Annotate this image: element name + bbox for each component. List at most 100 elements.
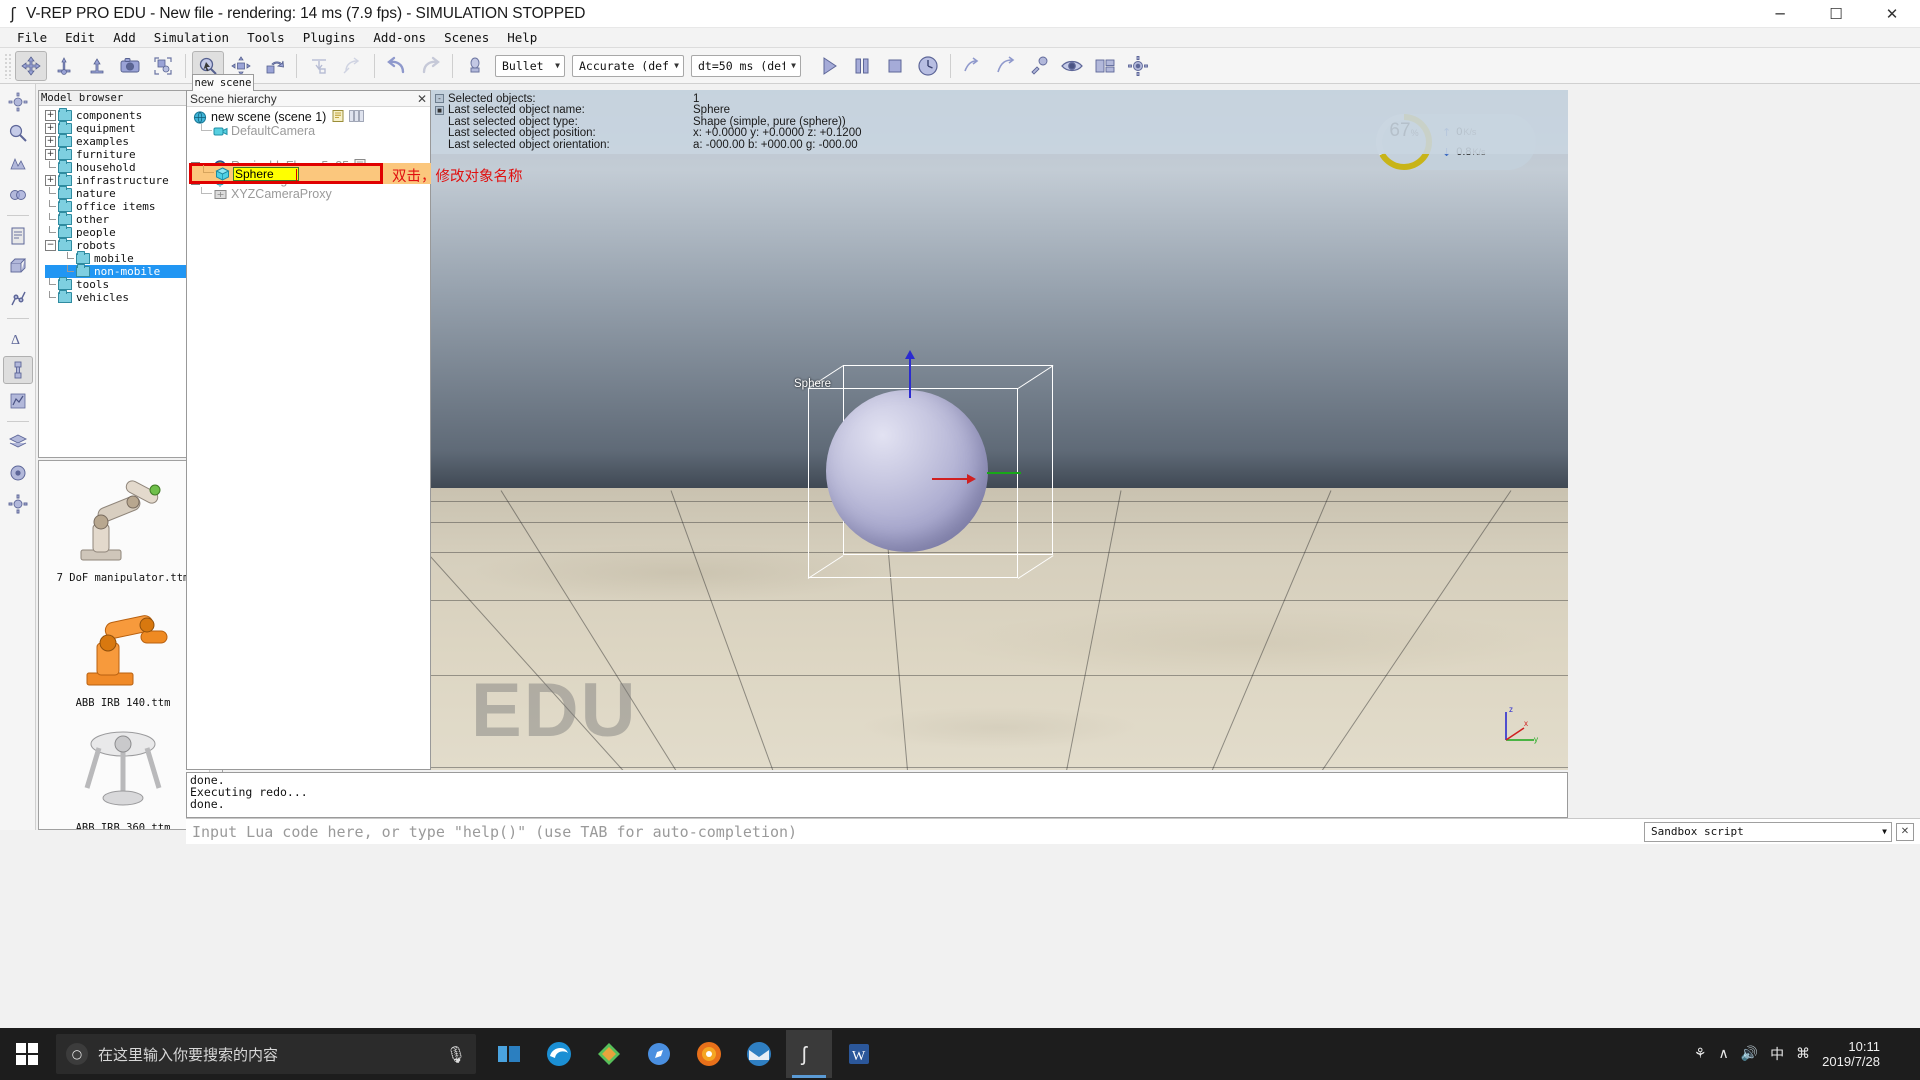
taskbar-app-compass[interactable] — [636, 1030, 682, 1078]
undo-icon[interactable] — [381, 51, 413, 81]
hierarchy-item-xyzcameraproxy[interactable]: XYZCameraProxy — [187, 187, 430, 201]
model-caption-2: ABB IRB 140.ttm — [76, 697, 171, 709]
physics-engine-selector[interactable]: Bullet 2 ▼ — [495, 55, 565, 77]
close-icon[interactable]: ✕ — [414, 92, 430, 106]
page-selector-strip-icon[interactable] — [349, 110, 365, 125]
inverse-kinematics-icon[interactable] — [3, 284, 33, 312]
assemble-icon[interactable] — [303, 51, 335, 81]
menu-tools[interactable]: Tools — [238, 28, 294, 48]
expand-icon[interactable]: + — [45, 175, 56, 186]
hierarchy-root-row[interactable]: new scene (scene 1) — [187, 110, 430, 124]
hierarchy-rename-input[interactable]: Sphere — [233, 167, 299, 181]
menu-scenes[interactable]: Scenes — [435, 28, 498, 48]
collapse-toggle-icon[interactable]: - — [435, 94, 444, 103]
video-recorder-icon[interactable] — [990, 51, 1022, 81]
taskbar-app-task-view[interactable] — [486, 1030, 532, 1078]
toolbar-grip[interactable] — [4, 53, 12, 79]
minimize-button[interactable]: ─ — [1752, 0, 1808, 28]
info-bullet-icon[interactable]: ■ — [435, 106, 444, 115]
close-button[interactable]: ✕ — [1864, 0, 1920, 28]
people-icon[interactable]: ⚘ — [1694, 1046, 1707, 1062]
visibility-icon[interactable] — [1056, 51, 1088, 81]
folder-icon — [58, 123, 72, 134]
taskbar-search-box[interactable]: ○ 在这里输入你要搜索的内容 🎙 — [56, 1034, 476, 1074]
taskbar-app-vrep[interactable]: ʃ — [786, 1030, 832, 1078]
expand-icon[interactable]: + — [45, 136, 56, 147]
settings-icon[interactable] — [1122, 51, 1154, 81]
shape-edit-icon[interactable] — [3, 253, 33, 281]
ime-icon[interactable]: 中 — [1770, 1044, 1784, 1064]
page-selector-icon[interactable] — [1089, 51, 1121, 81]
taskbar-app-word[interactable]: W — [836, 1030, 882, 1078]
start-simulation-button[interactable] — [813, 51, 845, 81]
disassemble-icon[interactable] — [336, 51, 368, 81]
ime-extra-icon[interactable]: ⌘ — [1796, 1046, 1810, 1062]
scene-object-properties-icon[interactable] — [1023, 51, 1055, 81]
joint-icon[interactable] — [3, 356, 33, 384]
console-clear-button[interactable]: ✕ — [1896, 823, 1914, 841]
menu-addons[interactable]: Add-ons — [364, 28, 435, 48]
object-properties-icon[interactable] — [3, 119, 33, 147]
camera-icon[interactable] — [114, 51, 146, 81]
timestep-selector[interactable]: dt=50 ms (default) ▼ — [691, 55, 801, 77]
model-item-irb360[interactable]: ABB IRB 360.ttm — [39, 711, 207, 830]
menu-add[interactable]: Add — [104, 28, 145, 48]
hierarchy-item-sphere-placeholder[interactable] — [187, 138, 430, 159]
taskbar-app-thunderbird[interactable] — [736, 1030, 782, 1078]
collapse-icon[interactable]: − — [45, 240, 56, 251]
scene-tab[interactable]: new scene — [192, 74, 254, 91]
maximize-button[interactable]: ☐ — [1808, 0, 1864, 28]
chevron-down-icon-4: ▼ — [1882, 827, 1887, 836]
dynamics-module-icon[interactable] — [3, 459, 33, 487]
object-rotate-view-icon[interactable] — [258, 51, 290, 81]
hierarchy-item-defaultcamera[interactable]: DefaultCamera — [187, 124, 430, 138]
model-item-7dof[interactable]: 7 DoF manipulator.ttm — [39, 461, 207, 586]
calculation-module-icon[interactable] — [3, 150, 33, 178]
expand-icon[interactable]: + — [45, 110, 56, 121]
taskbar-app-store[interactable] — [586, 1030, 632, 1078]
microphone-icon[interactable]: 🎙 — [446, 1045, 466, 1064]
3d-viewport[interactable]: Sphere EDU z y x 67 % — [431, 90, 1568, 770]
menu-simulation[interactable]: Simulation — [145, 28, 238, 48]
scene-script-icon[interactable] — [332, 110, 345, 125]
pause-simulation-button[interactable] — [846, 51, 878, 81]
script-selector[interactable]: Sandbox script ▼ — [1644, 822, 1892, 842]
start-button[interactable] — [0, 1028, 54, 1080]
graph-icon[interactable] — [3, 387, 33, 415]
text-annotation-icon[interactable]: Δ — [3, 325, 33, 353]
taskbar-app-edge[interactable] — [536, 1030, 582, 1078]
left-toolbar: Δ — [0, 84, 36, 830]
menu-plugins[interactable]: Plugins — [294, 28, 365, 48]
menu-help[interactable]: Help — [498, 28, 546, 48]
lua-code-input[interactable]: Input Lua code here, or type "help()" (u… — [186, 819, 1644, 845]
object-shift-icon[interactable] — [15, 51, 47, 81]
menu-edit[interactable]: Edit — [56, 28, 104, 48]
selection-mode-icon[interactable] — [147, 51, 179, 81]
expand-icon[interactable]: + — [45, 149, 56, 160]
scene-settings-icon[interactable] — [3, 88, 33, 116]
taskbar-clock[interactable]: 10:11 2019/7/28 — [1822, 1039, 1880, 1069]
hierarchy-item-sphere-editing[interactable]: Sphere — [189, 163, 383, 184]
chevron-up-icon[interactable]: ∧ — [1718, 1046, 1728, 1062]
taskbar-app-firefox[interactable] — [686, 1030, 732, 1078]
threaded-rendering-icon[interactable] — [957, 51, 989, 81]
stop-simulation-button[interactable] — [879, 51, 911, 81]
user-settings-icon[interactable] — [3, 490, 33, 518]
dynamics-icon[interactable] — [459, 51, 491, 81]
menu-file[interactable]: File — [8, 28, 56, 48]
model-item-irb140[interactable]: ABB IRB 140.ttm — [39, 586, 207, 711]
text-caret — [296, 169, 297, 181]
redo-icon[interactable] — [414, 51, 446, 81]
layers-icon[interactable] — [3, 428, 33, 456]
scripts-icon[interactable] — [3, 222, 33, 250]
console-output: done. Executing redo... done. — [186, 772, 1568, 818]
object-translate-icon[interactable] — [81, 51, 113, 81]
accuracy-selector[interactable]: Accurate (defau ▼ — [572, 55, 684, 77]
realtime-mode-icon[interactable] — [912, 51, 944, 81]
notification-center-icon[interactable] — [1898, 1036, 1910, 1072]
sphere-object[interactable] — [826, 390, 988, 552]
volume-icon[interactable]: 🔊 — [1741, 1046, 1758, 1062]
object-rotate-icon[interactable] — [48, 51, 80, 81]
expand-icon[interactable]: + — [45, 123, 56, 134]
collision-detection-icon[interactable] — [3, 181, 33, 209]
